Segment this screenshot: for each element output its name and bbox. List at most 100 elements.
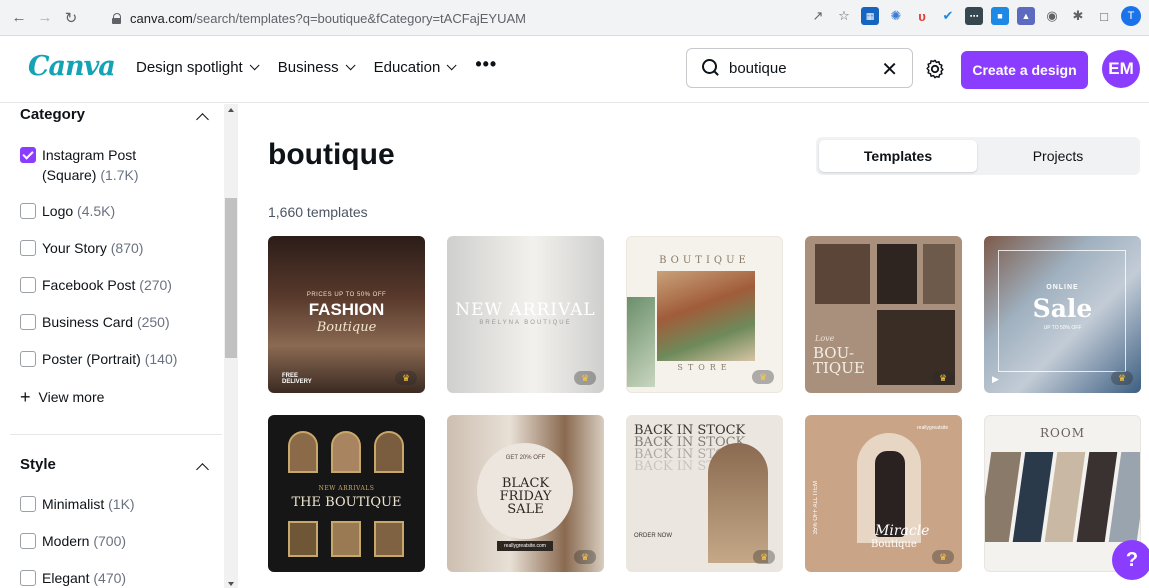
scroll-up-icon[interactable] (228, 108, 234, 112)
option-label: Minimalist (1K) (42, 496, 135, 512)
nav-education[interactable]: Education (374, 59, 457, 76)
scrollbar-thumb[interactable] (225, 198, 237, 358)
scroll-down-icon[interactable] (228, 582, 234, 586)
extension-7-icon[interactable]: ▲ (1017, 7, 1035, 25)
crown-icon: ♛ (574, 550, 596, 564)
template-card[interactable]: NEW ARRIVAL BRELYNA BOUTIQUE ♛ (447, 236, 604, 393)
card-image (815, 244, 870, 304)
extension-5-icon[interactable]: ⋯ (965, 7, 983, 25)
create-design-button[interactable]: Create a design (961, 51, 1088, 89)
card-text: NEW ARRIVAL (455, 300, 596, 320)
template-card[interactable]: NEW ARRIVALS THE BOUTIQUE (268, 415, 425, 572)
extension-4-icon[interactable]: ✔ (939, 7, 957, 25)
card-text: reallygreatsite.com (497, 541, 553, 551)
filter-modern[interactable]: Modern (700) (20, 531, 126, 551)
option-label: Instagram Post (Square) (1.7K) (42, 147, 139, 183)
filter-minimalist[interactable]: Minimalist (1K) (20, 494, 135, 514)
extension-1-icon[interactable]: ▦ (861, 7, 879, 25)
card-text: ONLINE (1046, 284, 1079, 291)
filter-instagram-post[interactable]: Instagram Post (Square) (1.7K) (20, 145, 138, 185)
category-heading: Category (20, 106, 86, 123)
extension-3-icon[interactable]: ᴜ (913, 7, 931, 25)
checkbox[interactable] (20, 570, 36, 586)
card-text: 35% OFF ALL ITEM (813, 481, 819, 535)
filter-your-story[interactable]: Your Story (870) (20, 238, 143, 258)
search-box[interactable]: ✕ (686, 48, 913, 88)
profile-avatar[interactable]: T (1121, 6, 1141, 26)
template-card[interactable]: PRICES UP TO 50% OFF FASHION Boutique FR… (268, 236, 425, 393)
template-card[interactable]: BOUTIQUE STORE ♛ (626, 236, 783, 393)
option-label: Facebook Post (270) (42, 277, 172, 293)
page-title: boutique (268, 138, 395, 171)
card-text: BRELYNA BOUTIQUE (479, 320, 572, 326)
plus-icon: + (20, 387, 31, 407)
main-content: boutique Templates Projects 1,660 templa… (240, 104, 1149, 588)
template-card[interactable]: ONLINE Sale UP TO 50% OFF ▶ ♛ (984, 236, 1141, 393)
option-label: Modern (700) (42, 533, 127, 549)
chevron-up-icon[interactable] (196, 113, 209, 126)
checkbox[interactable] (20, 240, 36, 256)
help-button[interactable]: ? (1112, 540, 1149, 580)
option-label: Your Story (870) (42, 240, 144, 256)
search-icon (701, 58, 721, 78)
crown-icon: ♛ (395, 371, 417, 385)
card-text: BOU- TIQUE (813, 344, 865, 377)
template-card[interactable]: GET 20% OFF BLACK FRIDAY SALE reallygreats… (447, 415, 604, 572)
nav-design-spotlight[interactable]: Design spotlight (136, 59, 260, 76)
puzzle-icon[interactable]: ✱ (1069, 7, 1087, 25)
star-icon[interactable]: ☆ (835, 7, 853, 25)
template-card[interactable]: BACK IN STOCK BACK IN STOCK BACK IN STOC… (626, 415, 783, 572)
search-input[interactable] (729, 59, 869, 77)
avatar[interactable]: EM (1102, 50, 1140, 88)
gear-icon[interactable] (924, 58, 946, 80)
filter-elegant[interactable]: Elegant (470) (20, 568, 126, 588)
share-icon[interactable]: ↗ (809, 7, 827, 25)
view-more-button[interactable]: + View more (20, 387, 104, 407)
extension-6-icon[interactable]: ■ (991, 7, 1009, 25)
card-image (374, 521, 404, 557)
lock-icon (112, 12, 122, 24)
app-header: Canva Design spotlight Business Educatio… (0, 37, 1149, 103)
sidebar-scrollbar[interactable] (224, 104, 238, 588)
tab-projects[interactable]: Projects (979, 140, 1137, 172)
chevron-up-icon[interactable] (196, 463, 209, 476)
close-icon[interactable]: ✕ (881, 57, 898, 82)
card-text: BLACK FRIDAY SALE (499, 476, 552, 517)
back-icon[interactable]: ← (8, 7, 30, 29)
top-nav: Design spotlight Business Education ••• (136, 54, 497, 76)
tab-templates[interactable]: Templates (819, 140, 977, 172)
forward-icon[interactable]: → (34, 7, 56, 29)
template-card[interactable]: 35% OFF ALL ITEM Miracle Boutique really… (805, 415, 962, 572)
checkbox[interactable] (20, 277, 36, 293)
checkbox[interactable] (20, 496, 36, 512)
filter-poster-portrait[interactable]: Poster (Portrait) (140) (20, 349, 177, 369)
template-card[interactable]: Love BOU- TIQUE ♛ (805, 236, 962, 393)
checkbox[interactable] (20, 351, 36, 367)
card-text: Love (815, 334, 835, 343)
address-bar[interactable]: canva.com/search/templates?q=boutique&fC… (100, 6, 800, 30)
card-text: UP TO 50% OFF (1043, 325, 1082, 331)
nav-business[interactable]: Business (277, 59, 356, 76)
checkbox[interactable] (20, 203, 36, 219)
card-image (374, 431, 404, 473)
canva-logo[interactable]: Canva (28, 51, 116, 82)
nav-label: Business (277, 59, 339, 76)
sidepanel-icon[interactable]: □ (1095, 7, 1113, 25)
filter-business-card[interactable]: Business Card (250) (20, 312, 170, 332)
crown-icon: ♛ (574, 371, 596, 385)
reload-icon[interactable]: ↻ (60, 7, 82, 29)
url-host: canva.com (130, 10, 193, 26)
camera-icon[interactable]: ◉ (1043, 7, 1061, 25)
checkbox[interactable] (20, 314, 36, 330)
filter-logo[interactable]: Logo (4.5K) (20, 201, 115, 221)
play-icon[interactable]: ▶ (992, 374, 999, 385)
card-text: ROOM (1040, 426, 1085, 440)
extension-2-icon[interactable]: ✺ (887, 7, 905, 25)
crown-icon: ♛ (932, 371, 954, 385)
more-menu-button[interactable]: ••• (475, 53, 497, 76)
card-text: PRICES UP TO 50% OFF (306, 292, 387, 298)
filter-facebook-post[interactable]: Facebook Post (270) (20, 275, 172, 295)
card-image (627, 297, 655, 387)
checkbox[interactable] (20, 533, 36, 549)
checkbox-checked[interactable] (20, 147, 36, 163)
